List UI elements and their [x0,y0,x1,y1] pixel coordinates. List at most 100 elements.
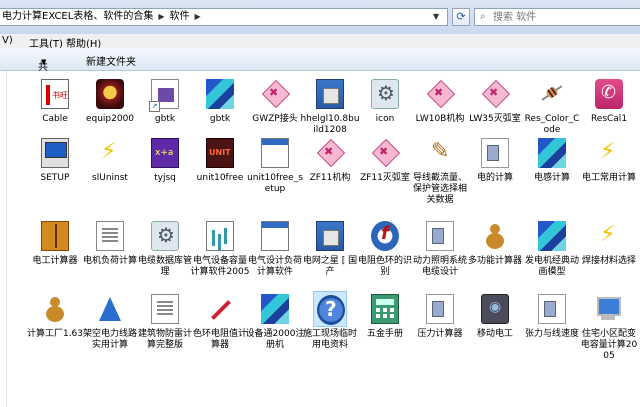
file-item[interactable]: 张力与线速度 [522,291,582,340]
file-item[interactable]: unit10free_setup [245,135,305,195]
file-label: Cable [42,114,68,124]
diamond-app-icon [261,79,289,109]
file-label: 电网之星 [ 国产 [302,256,358,277]
file-item[interactable]: 计算工厂1.63 [25,291,85,340]
file-item[interactable]: Res_Color_Code [522,76,582,136]
file-item[interactable]: icon [355,76,415,125]
file-item[interactable]: ZF11灭弧室 [355,135,415,184]
file-item[interactable]: Cable [25,76,85,125]
file-label: gbtk [154,114,176,124]
phone-app-icon [595,79,623,109]
file-item[interactable]: 电阻色环的识别 [355,218,415,278]
file-item[interactable]: ZF11机构 [300,135,360,184]
pyramid-app-icon [96,294,124,324]
file-item[interactable]: 住宅小区配变电容量计算2005 [579,291,639,362]
file-item[interactable]: 多功能计算器 [465,218,525,267]
file-label: tyjsq [154,173,176,183]
face-app-icon [96,79,124,109]
file-item[interactable]: 电缆数据库管理 [135,218,195,278]
file-item[interactable]: 压力计算器 [410,291,470,340]
file-item[interactable]: hhelgl10.8build1208 [300,76,360,136]
setup-icon [41,138,69,168]
unit-app-icon [206,138,234,168]
diamond-app-icon [316,138,344,168]
menu-view[interactable]: V) [2,35,13,46]
file-item[interactable]: SETUP [25,135,85,184]
file-label: 张力与线速度 [524,329,579,339]
file-item[interactable]: 电工常用计算 [579,135,639,184]
file-item[interactable]: 移动电工 [465,291,525,340]
file-label: 计算工厂1.63 [26,329,84,339]
file-label: 电工计算器 [32,256,78,266]
flash-app-icon [371,221,399,251]
file-item[interactable]: GWZP接头 [245,76,305,125]
menu-bar: V) 工具(T) 帮助(H) [0,34,640,50]
file-item[interactable]: slUninst [80,135,140,184]
file-item[interactable]: gbtk [190,76,250,125]
file-label: hhelgl10.8build1208 [300,114,360,135]
file-item[interactable]: 电感计算 [522,135,582,184]
pen-app-icon [426,138,454,168]
search-input[interactable] [493,10,633,24]
diamond-app-icon [426,79,454,109]
file-item[interactable]: 色环电阻值计算器 [190,291,250,351]
file-item[interactable]: 电的计算 [465,135,525,184]
breadcrumb-separator-icon[interactable]: ▶ [194,12,200,21]
file-item[interactable]: equip2000 [80,76,140,125]
file-item[interactable]: tyjsq [135,135,195,184]
address-path[interactable]: 电力计算EXCEL表格、软件的合集 ▶ 软件 ▶ [0,8,448,26]
file-label: 电气设计负荷计算软件 [247,256,302,277]
file-item-selected[interactable]: 施工现场临时用电资料 [300,291,360,351]
folder-app-icon [426,221,454,251]
cubes-app-icon [206,79,234,109]
file-item[interactable]: 焊接材料选择 [579,218,639,267]
bolt-app-icon [96,138,124,168]
file-label: 导线截流量、保护管选择相关数据 [412,173,467,205]
address-dropdown-icon[interactable]: ▼ [433,12,439,21]
file-item[interactable]: 电气设备容量计算软件2005 [190,218,250,278]
file-item[interactable]: 电机负荷计算 [80,218,140,267]
file-label: 电气设备容量计算软件2005 [190,256,250,277]
search-box[interactable]: ⌕ [474,8,640,26]
file-item[interactable]: 建筑物防雷计算完整版 [135,291,195,351]
file-label: unit10free_setup [247,173,303,194]
file-label: gbtk [209,114,231,124]
cubes-app-icon [261,294,289,324]
new-folder-button[interactable]: 新建文件夹 [86,53,136,68]
breadcrumb-separator-icon[interactable]: ▶ [158,12,164,21]
file-item[interactable]: 五金手册 [355,291,415,340]
shortcut-arrow-icon: ↗ [149,101,160,112]
file-item[interactable]: LW35灭弧室 [465,76,525,125]
file-label: ZF11灭弧室 [360,173,410,183]
breadcrumb-part-1[interactable]: 电力计算EXCEL表格、软件的合集 [2,11,153,22]
file-item[interactable]: 电气设计负荷计算软件 [245,218,305,278]
bolt-app-icon [595,138,623,168]
file-item[interactable]: 电工计算器 [25,218,85,267]
file-label: slUninst [92,173,128,183]
file-label: 电工常用计算 [581,173,636,183]
file-label: Res_Color_Code [524,114,580,135]
cubes-app-icon [538,138,566,168]
file-label: 施工现场临时用电资料 [302,329,357,350]
breadcrumb-part-2[interactable]: 软件 [169,11,189,22]
file-item[interactable]: 发电机经典动画模型 [522,218,582,278]
file-item[interactable]: ↗ gbtk [135,76,195,125]
file-label: 压力计算器 [417,329,463,339]
file-item[interactable]: 动力照明系统电缆设计 [410,218,470,278]
file-label: 电缆数据库管理 [137,256,192,277]
window-app-icon [261,221,289,251]
chart-app-icon [206,221,234,251]
file-label: 发电机经典动画模型 [524,256,579,277]
file-item[interactable]: LW10B机构 [410,76,470,125]
file-item[interactable]: ResCal1 [579,76,639,125]
refresh-button[interactable]: ⟳ [452,8,470,26]
file-item[interactable]: unit10free [190,135,250,184]
folder-app-icon [426,294,454,324]
file-label: icon [375,114,395,124]
file-label: 焊接材料选择 [581,256,636,266]
file-item[interactable]: 设备通2000注册机 [245,291,305,351]
file-item[interactable]: 电网之星 [ 国产 [300,218,360,278]
file-item[interactable]: 架空电力线路实用计算 [80,291,140,351]
installer-icon [316,221,344,251]
file-item[interactable]: 导线截流量、保护管选择相关数据 [410,135,470,206]
